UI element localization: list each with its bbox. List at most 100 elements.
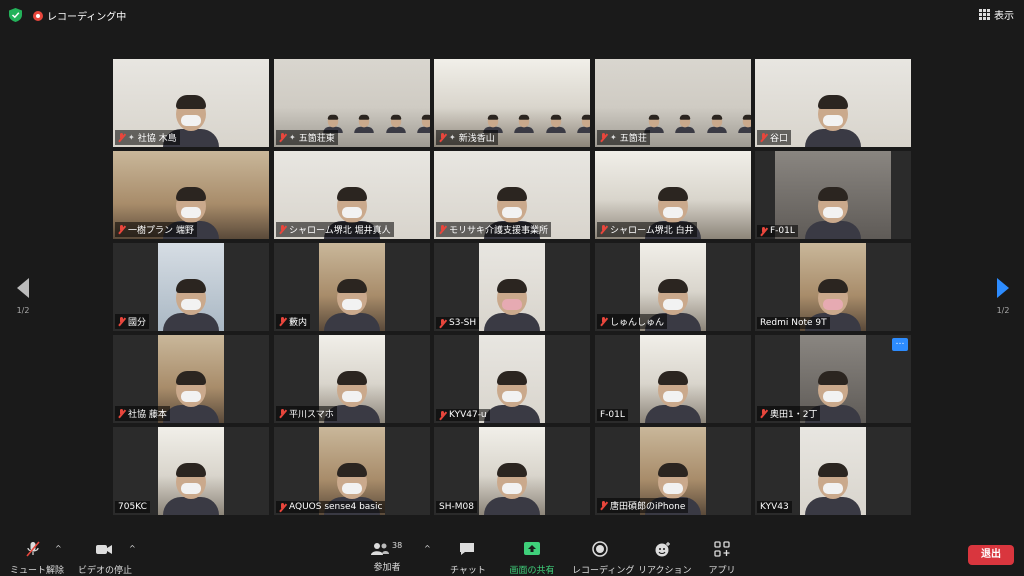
- mic-muted-icon: [600, 133, 607, 142]
- participant-name-tag: KYV47-u: [436, 409, 490, 421]
- participant-name: 藪内: [289, 318, 308, 328]
- video-options-caret-icon[interactable]: ^: [129, 544, 136, 553]
- video-tile[interactable]: F-01L: [595, 335, 751, 423]
- video-tile[interactable]: ✦ 社協 木島: [113, 59, 269, 147]
- participant-name: 奥田1・2丁: [770, 410, 818, 420]
- video-tile[interactable]: ✦ 五箇荘東: [274, 59, 430, 147]
- view-button[interactable]: 表示: [979, 7, 1014, 22]
- video-tile[interactable]: シャローム堺北 堀井真人: [274, 151, 430, 239]
- participant-figure: [514, 114, 535, 133]
- page-indicator-right: 1/2: [996, 306, 1010, 315]
- mic-muted-icon: [118, 225, 125, 234]
- participant-name: しゅんしゅん: [610, 318, 665, 328]
- top-bar: レコーディング中 表示: [0, 0, 1024, 30]
- participant-figure: [805, 187, 861, 239]
- video-feed: [479, 243, 545, 331]
- next-page-button[interactable]: 1/2: [992, 278, 1014, 315]
- shield-icon[interactable]: [9, 8, 22, 22]
- page-indicator-left: 1/2: [16, 306, 30, 315]
- participant-name-tag: シャローム堺北 堀井真人: [276, 222, 394, 237]
- spotlight-pin-icon: ✦: [289, 133, 296, 142]
- participant-name-tag: モリサキ介護支援事業所: [436, 222, 552, 237]
- participant-name: KYV43: [760, 502, 789, 512]
- participant-name-tag: ✦ 社協 木島: [115, 130, 180, 145]
- share-screen-button[interactable]: 画面の共有: [505, 541, 559, 576]
- mic-muted-icon: [279, 502, 286, 512]
- participant-figure: [163, 279, 219, 331]
- video-tile[interactable]: Redmi Note 9T: [755, 243, 911, 331]
- participant-figure: [576, 114, 590, 133]
- record-button[interactable]: レコーディング: [572, 541, 634, 576]
- participants-options-caret-icon[interactable]: ^: [424, 544, 431, 553]
- apps-icon: [714, 541, 730, 557]
- apps-button[interactable]: アプリ: [706, 541, 738, 576]
- video-tile[interactable]: しゅんしゅん: [595, 243, 751, 331]
- participant-name-tag: SH-M08: [436, 501, 477, 513]
- participant-name-tag: 社協 藤本: [115, 406, 170, 421]
- video-tile[interactable]: 唐田碩郎のiPhone: [595, 427, 751, 515]
- mic-muted-icon: [760, 409, 767, 418]
- video-tile[interactable]: AQUOS sense4 basic: [274, 427, 430, 515]
- participants-button[interactable]: 38 参加者: [370, 541, 404, 573]
- participant-name: Redmi Note 9T: [760, 318, 827, 328]
- stop-video-button[interactable]: ビデオの停止: [78, 541, 132, 576]
- participant-name: 一樹プラン 端野: [128, 226, 194, 236]
- video-feed: [319, 243, 385, 331]
- previous-page-button[interactable]: 1/2: [12, 278, 34, 315]
- chat-button[interactable]: チャット: [450, 541, 486, 576]
- recording-indicator[interactable]: レコーディング中: [33, 8, 126, 23]
- participant-name: AQUOS sense4 basic: [289, 502, 383, 512]
- video-tile[interactable]: ✦ 五箇荘: [595, 59, 751, 147]
- video-tile[interactable]: 一樹プラン 端野: [113, 151, 269, 239]
- video-tile[interactable]: KYV43: [755, 427, 911, 515]
- mic-muted-icon: [439, 318, 446, 328]
- video-tile[interactable]: 社協 藤本: [113, 335, 269, 423]
- mic-muted-icon: [279, 409, 286, 418]
- video-tile[interactable]: シャローム堺北 白井: [595, 151, 751, 239]
- video-feed: [640, 335, 706, 423]
- mic-muted-icon: [279, 225, 286, 234]
- unmute-button[interactable]: ミュート解除: [10, 541, 64, 576]
- participant-figure: [484, 371, 540, 423]
- video-tile[interactable]: 國分: [113, 243, 269, 331]
- video-gallery: ✦ 社協 木島 ✦ 五箇荘東 ✦ 新浅香山 ✦ 五箇荘 谷口 一樹プラン 端野 シャローム堺北 堀井…: [113, 59, 915, 515]
- video-tile[interactable]: 平川スマホ: [274, 335, 430, 423]
- video-tile[interactable]: F-01L: [755, 151, 911, 239]
- mic-muted-icon: [439, 133, 446, 142]
- video-tile[interactable]: 奥田1・2丁: [755, 335, 911, 423]
- participant-figure: [324, 279, 380, 331]
- video-tile[interactable]: モリサキ介護支援事業所: [434, 151, 590, 239]
- video-tile[interactable]: 藪内: [274, 243, 430, 331]
- more-options-button[interactable]: …: [892, 338, 908, 351]
- participant-figure: [354, 114, 375, 133]
- recording-dot-icon: [33, 10, 43, 21]
- participant-figure: [545, 114, 566, 133]
- mic-muted-icon: [760, 226, 767, 236]
- reactions-button[interactable]: リアクション: [638, 541, 692, 576]
- video-tile[interactable]: S3-SH: [434, 243, 590, 331]
- audio-options-caret-icon[interactable]: ^: [55, 544, 62, 553]
- participant-name-tag: しゅんしゅん: [597, 314, 668, 329]
- participants-label: 参加者: [373, 563, 401, 573]
- participant-name: 國分: [128, 318, 147, 328]
- participant-name: モリサキ介護支援事業所: [449, 226, 549, 236]
- participant-name-tag: F-01L: [597, 409, 628, 421]
- participant-name-tag: シャローム堺北 白井: [597, 222, 697, 237]
- video-tile[interactable]: SH-M08: [434, 427, 590, 515]
- participant-name: シャローム堺北 白井: [610, 226, 694, 236]
- participant-name: 新浅香山: [458, 134, 495, 144]
- video-camera-icon: [96, 545, 112, 554]
- video-feed: [158, 243, 224, 331]
- participant-name: 五箇荘: [619, 134, 647, 144]
- chat-icon: [460, 543, 474, 555]
- leave-meeting-button[interactable]: 退出: [968, 545, 1014, 565]
- video-tile[interactable]: KYV47-u: [434, 335, 590, 423]
- mic-muted-icon: [600, 317, 607, 326]
- video-tile[interactable]: 谷口: [755, 59, 911, 147]
- participant-name-tag: KYV43: [757, 501, 792, 513]
- video-tile[interactable]: 705KC: [113, 427, 269, 515]
- video-tile[interactable]: ✦ 新浅香山: [434, 59, 590, 147]
- participant-figure: [737, 114, 751, 133]
- reaction-emoji-icon: [655, 542, 670, 557]
- mic-muted-icon: [600, 501, 607, 510]
